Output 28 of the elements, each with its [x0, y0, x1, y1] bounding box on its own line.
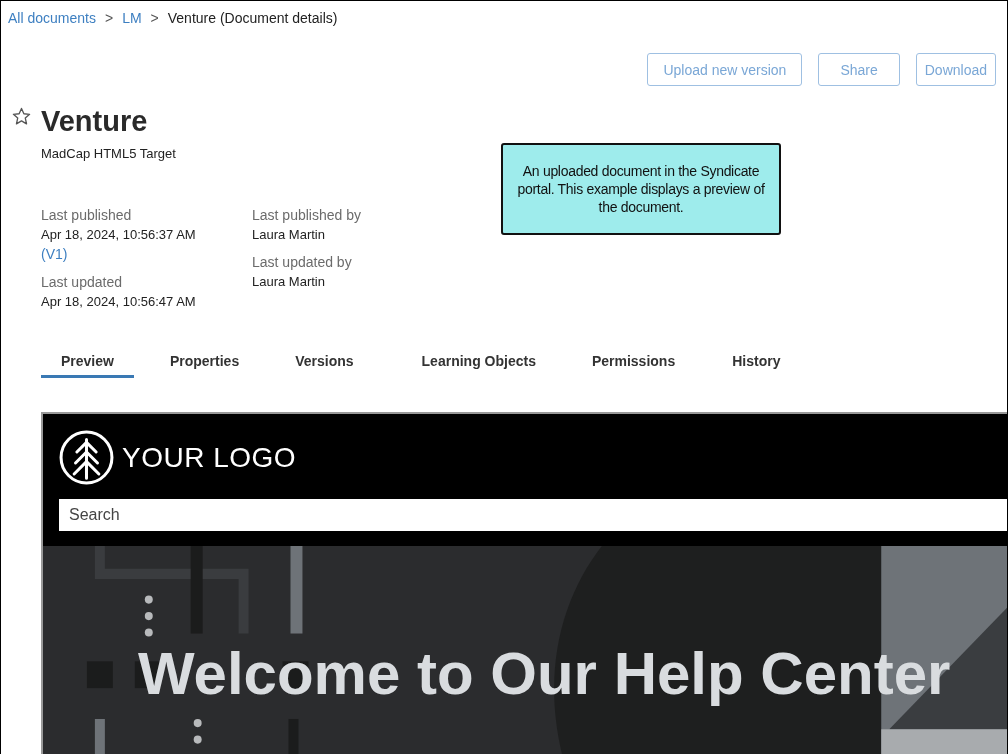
tab[interactable]: Preview	[41, 353, 134, 378]
logo-text: YOUR LOGO	[122, 441, 297, 474]
document-subtitle: MadCap HTML5 Target	[41, 146, 177, 161]
tab[interactable]: History	[712, 353, 801, 378]
version-link[interactable]: (V1)	[41, 246, 68, 262]
hero-heading: Welcome to Our Help Center	[138, 644, 951, 704]
field-label: Last updated by	[252, 254, 352, 270]
field-value: Laura Martin	[252, 274, 325, 289]
field-value: Apr 18, 2024, 10:56:37 AM	[41, 227, 196, 242]
callout-note: An uploaded document in the Syndicate portal. This example displays a preview of the document.	[501, 143, 781, 235]
field-label: Last published by	[252, 207, 361, 223]
tree-logo-icon	[59, 430, 114, 485]
field-label: Last published	[41, 207, 132, 223]
document-title: Venture	[41, 104, 148, 138]
search-field[interactable]: Search	[59, 499, 1007, 531]
field-label: Last updated	[41, 274, 122, 290]
tab[interactable]: Properties	[149, 353, 260, 378]
breadcrumb-separator: >	[150, 10, 159, 26]
star-icon[interactable]	[12, 107, 31, 126]
breadcrumb-separator: >	[104, 10, 114, 26]
field-value: Apr 18, 2024, 10:56:47 AM	[41, 294, 196, 309]
tab[interactable]: Learning Objects	[401, 353, 556, 378]
field-value: Laura Martin	[252, 227, 325, 242]
tab[interactable]: Permissions	[571, 353, 696, 378]
breadcrumb-link[interactable]: All documents	[8, 10, 96, 26]
tab[interactable]: Versions	[275, 353, 374, 378]
breadcrumb-link[interactable]: LM	[122, 10, 142, 26]
breadcrumb-current: Venture (Document details)	[167, 10, 338, 26]
